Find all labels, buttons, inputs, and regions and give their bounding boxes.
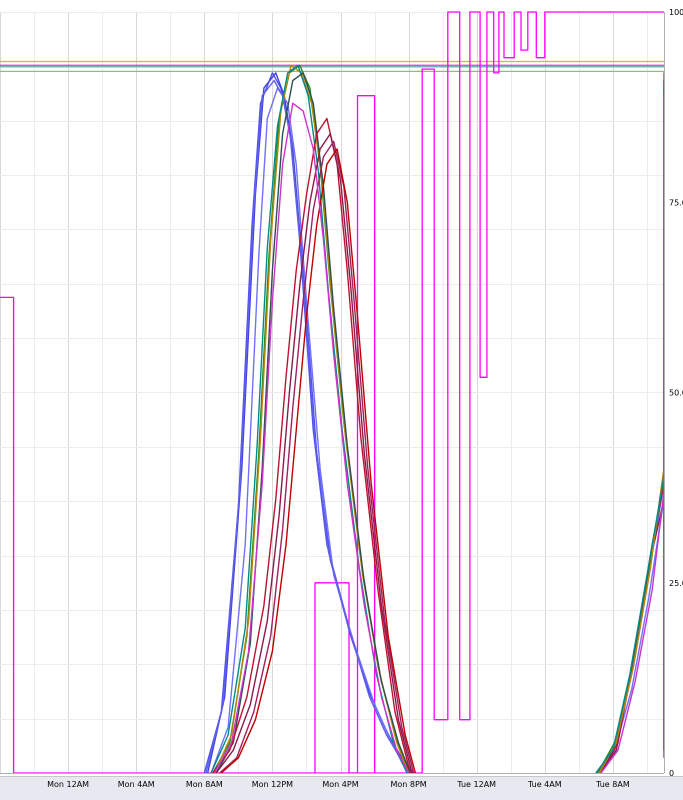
y-tick-label: 50.0 xyxy=(669,389,683,398)
x-tick-label: Tue 4AM xyxy=(527,780,562,789)
y-tick-label: 75.0 xyxy=(669,198,683,207)
x-tick-label: Mon 4AM xyxy=(118,780,155,789)
x-tick-label: Mon 12AM xyxy=(47,780,89,789)
y-tick-label: 0 xyxy=(669,769,674,778)
x-tick-label: Mon 8AM xyxy=(186,780,223,789)
y-tick-label: 100.0 xyxy=(669,8,683,17)
x-tick-label: Mon 4PM xyxy=(322,780,358,789)
x-tick-label: Tue 12AM xyxy=(456,780,496,789)
x-tick-label: Tue 8AM xyxy=(595,780,630,789)
x-tick-label: Mon 12PM xyxy=(252,780,293,789)
x-tick-labels: Mon 12AM Mon 4AM Mon 8AM Mon 12PM Mon 4PM Mon… xyxy=(47,780,630,789)
line-chart: Mon 12AM Mon 4AM Mon 8AM Mon 12PM Mon 4PM Mon… xyxy=(0,0,683,800)
y-tick-label: 25.0 xyxy=(669,579,683,588)
x-tick-label: Mon 8PM xyxy=(390,780,426,789)
